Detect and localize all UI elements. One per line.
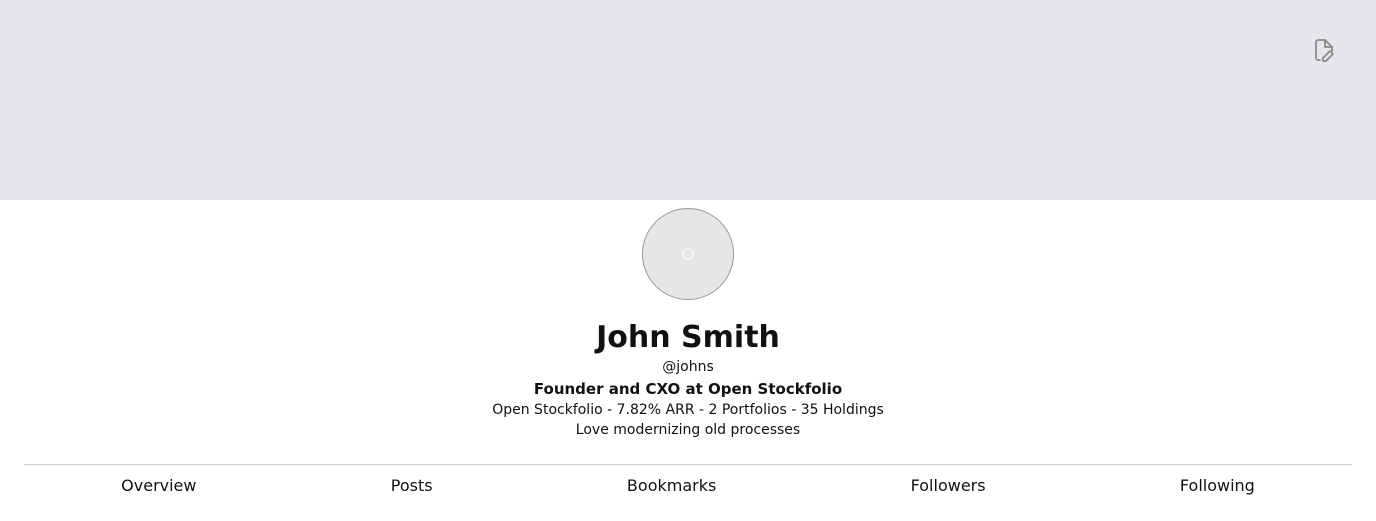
file-edit-icon	[1313, 38, 1335, 66]
profile-tabs: Overview Posts Bookmarks Followers Follo…	[24, 464, 1352, 505]
avatar-placeholder-icon	[682, 248, 694, 260]
profile-title: Founder and CXO at Open Stockfolio	[533, 380, 843, 398]
avatar[interactable]	[642, 208, 734, 300]
profile-stats: Open Stockfolio - 7.82% ARR - 2 Portfoli…	[492, 402, 884, 418]
tab-following[interactable]: Following	[1170, 476, 1265, 495]
profile-banner	[0, 0, 1376, 200]
tab-posts[interactable]: Posts	[381, 476, 443, 495]
tab-overview[interactable]: Overview	[111, 476, 206, 495]
edit-banner-button[interactable]	[1310, 38, 1338, 66]
tab-followers[interactable]: Followers	[901, 476, 996, 495]
profile-bio: Love modernizing old processes	[575, 422, 801, 438]
profile-name: John Smith	[596, 320, 780, 355]
profile-info: John Smith @johns Founder and CXO at Ope…	[0, 318, 1376, 440]
tab-bookmarks[interactable]: Bookmarks	[617, 476, 726, 495]
profile-handle: @johns	[662, 359, 714, 375]
